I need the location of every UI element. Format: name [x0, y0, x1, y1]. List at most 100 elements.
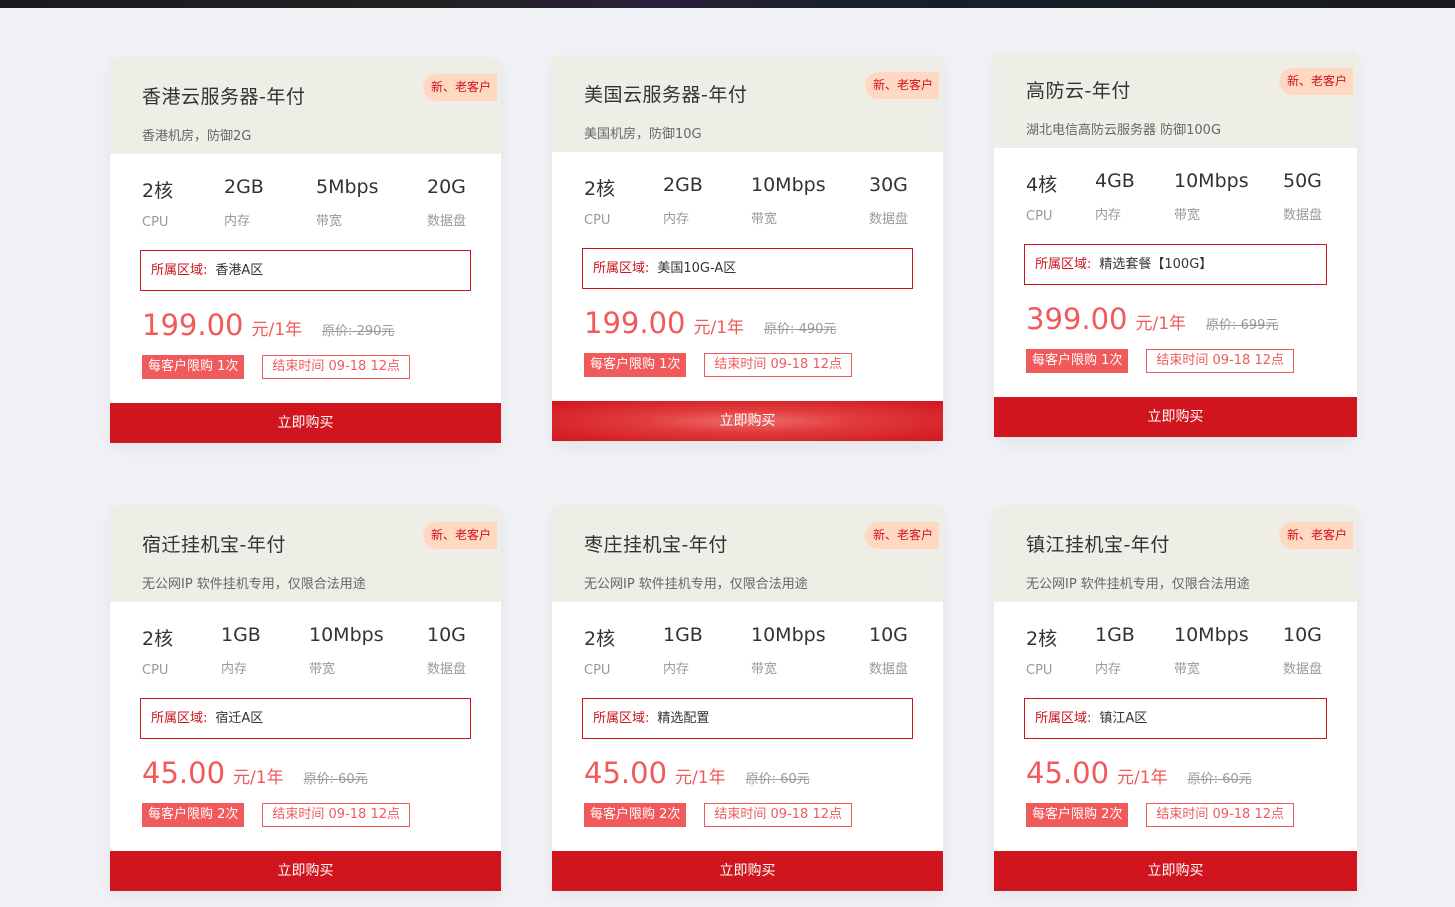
product-card-zaozhuang: 枣庄挂机宝-年付 无公网IP 软件挂机专用，仅限合法用途 新、老客户 2核 CPU…	[552, 506, 943, 891]
original-price: 原价: 290元	[322, 320, 394, 339]
region-value: 美国10G-A区	[657, 261, 737, 276]
spec-label: 数据盘	[1283, 208, 1323, 223]
spec-mem: 1GB 内存	[221, 624, 309, 678]
spec-label: 数据盘	[869, 662, 909, 677]
spec-value: 10G	[869, 624, 908, 646]
spec-label: 内存	[224, 214, 251, 229]
price-unit: 元/1年	[693, 318, 745, 338]
original-price: 原价: 490元	[764, 318, 836, 337]
spec-cpu: 2核 CPU	[584, 624, 663, 678]
spec-bandwidth: 10Mbps 带宽	[309, 624, 427, 678]
buy-button[interactable]: 立即购买	[994, 851, 1357, 891]
limit-row: 每客户限购 1次 结束时间 09-18 12点	[584, 353, 852, 377]
spec-value: 1GB	[1095, 624, 1135, 646]
card-header: 香港云服务器-年付 香港机房，防御2G 新、老客户	[110, 58, 501, 154]
price-row: 199.00 元/1年 原价: 290元	[142, 308, 394, 342]
spec-mem: 2GB 内存	[663, 174, 751, 228]
spec-label: CPU	[584, 663, 611, 678]
spec-bandwidth: 10Mbps 带宽	[1174, 624, 1283, 678]
buy-button[interactable]: 立即购买	[552, 851, 943, 891]
spec-bandwidth: 10Mbps 带宽	[751, 624, 869, 678]
spec-disk: 10G 数据盘	[427, 624, 466, 678]
spec-mem: 4GB 内存	[1095, 170, 1174, 224]
spec-label: CPU	[142, 663, 169, 678]
card-title: 香港云服务器-年付	[142, 86, 306, 108]
buy-button[interactable]: 立即购买	[994, 397, 1357, 437]
card-subtitle: 无公网IP 软件挂机专用，仅限合法用途	[142, 577, 366, 592]
region-label: 所属区域:	[593, 711, 650, 726]
card-subtitle: 无公网IP 软件挂机专用，仅限合法用途	[584, 577, 808, 592]
buy-button[interactable]: 立即购买	[110, 851, 501, 891]
purchase-limit-tag: 每客户限购 2次	[584, 803, 687, 827]
original-price-value: 60元	[338, 772, 368, 787]
card-subtitle: 香港机房，防御2G	[142, 129, 252, 144]
region-value: 香港A区	[215, 263, 264, 278]
original-price: 原价: 699元	[1206, 314, 1278, 333]
region-select[interactable]: 所属区域: 精选配置	[582, 698, 913, 739]
end-time-tag: 结束时间 09-18 12点	[1146, 349, 1294, 373]
original-price: 原价: 60元	[1188, 768, 1252, 787]
original-price-label: 原价:	[764, 322, 795, 337]
spec-value: 30G	[869, 174, 908, 196]
spec-bandwidth: 10Mbps 带宽	[1174, 170, 1283, 224]
purchase-limit-tag: 每客户限购 1次	[142, 355, 245, 379]
region-select[interactable]: 所属区域: 宿迁A区	[140, 698, 471, 739]
spec-label: CPU	[1026, 663, 1053, 678]
limit-row: 每客户限购 1次 结束时间 09-18 12点	[1026, 349, 1294, 373]
purchase-limit-tag: 每客户限购 1次	[584, 353, 687, 377]
spec-label: 数据盘	[1283, 662, 1323, 677]
spec-value: 10Mbps	[1174, 624, 1249, 646]
region-value: 精选配置	[657, 711, 710, 726]
card-title: 宿迁挂机宝-年付	[142, 534, 286, 556]
spec-label: 数据盘	[427, 662, 467, 677]
spec-value: 50G	[1283, 170, 1322, 192]
end-time-tag: 结束时间 09-18 12点	[262, 355, 410, 379]
spec-value: 1GB	[663, 624, 703, 646]
card-header: 枣庄挂机宝-年付 无公网IP 软件挂机专用，仅限合法用途 新、老客户	[552, 506, 943, 602]
price-row: 199.00 元/1年 原价: 490元	[584, 306, 836, 340]
price: 199.00	[584, 306, 686, 340]
spec-label: 内存	[1095, 208, 1122, 223]
spec-list: 2核 CPU 1GB 内存 10Mbps 带宽 10G 数据盘	[552, 624, 940, 678]
region-select[interactable]: 所属区域: 精选套餐【100G】	[1024, 244, 1327, 285]
spec-value: 2核	[584, 178, 616, 200]
limit-row: 每客户限购 2次 结束时间 09-18 12点	[1026, 803, 1294, 827]
spec-value: 10Mbps	[1174, 170, 1249, 192]
spec-cpu: 2核 CPU	[142, 624, 221, 678]
card-subtitle: 无公网IP 软件挂机专用，仅限合法用途	[1026, 577, 1250, 592]
price: 199.00	[142, 308, 244, 342]
buy-button[interactable]: 立即购买	[110, 403, 501, 443]
spec-label: 带宽	[751, 662, 778, 677]
spec-cpu: 2核 CPU	[1026, 624, 1095, 678]
spec-cpu: 2核 CPU	[584, 174, 663, 228]
spec-label: 数据盘	[427, 214, 467, 229]
spec-list: 2核 CPU 1GB 内存 10Mbps 带宽 10G 数据盘	[110, 624, 498, 678]
original-price-label: 原价:	[745, 772, 776, 787]
customer-badge: 新、老客户	[864, 72, 939, 99]
price-row: 45.00 元/1年 原价: 60元	[1026, 756, 1252, 790]
buy-button[interactable]: 立即购买	[552, 401, 943, 441]
product-card-us: 美国云服务器-年付 美国机房，防御10G 新、老客户 2核 CPU 2GB 内存 1…	[552, 56, 943, 441]
price: 45.00	[142, 756, 226, 790]
spec-list: 4核 CPU 4GB 内存 10Mbps 带宽 50G 数据盘	[994, 170, 1354, 224]
spec-disk: 50G 数据盘	[1283, 170, 1322, 224]
price-unit: 元/1年	[675, 768, 726, 788]
card-header: 宿迁挂机宝-年付 无公网IP 软件挂机专用，仅限合法用途 新、老客户	[110, 506, 501, 602]
spec-mem: 1GB 内存	[663, 624, 751, 678]
price: 45.00	[1026, 756, 1110, 790]
price-unit: 元/1年	[1117, 768, 1168, 788]
price: 45.00	[584, 756, 668, 790]
spec-value: 2核	[142, 628, 174, 650]
customer-badge: 新、老客户	[1278, 68, 1353, 95]
spec-mem: 1GB 内存	[1095, 624, 1174, 678]
region-select[interactable]: 所属区域: 美国10G-A区	[582, 248, 913, 289]
price-row: 399.00 元/1年 原价: 699元	[1026, 302, 1278, 336]
price: 399.00	[1026, 302, 1128, 336]
spec-label: 带宽	[316, 214, 343, 229]
spec-value: 10G	[427, 624, 466, 646]
end-time-tag: 结束时间 09-18 12点	[1146, 803, 1294, 827]
spec-label: 带宽	[309, 662, 336, 677]
spec-label: CPU	[1026, 209, 1053, 224]
region-select[interactable]: 所属区域: 香港A区	[140, 250, 471, 291]
region-select[interactable]: 所属区域: 镇江A区	[1024, 698, 1327, 739]
